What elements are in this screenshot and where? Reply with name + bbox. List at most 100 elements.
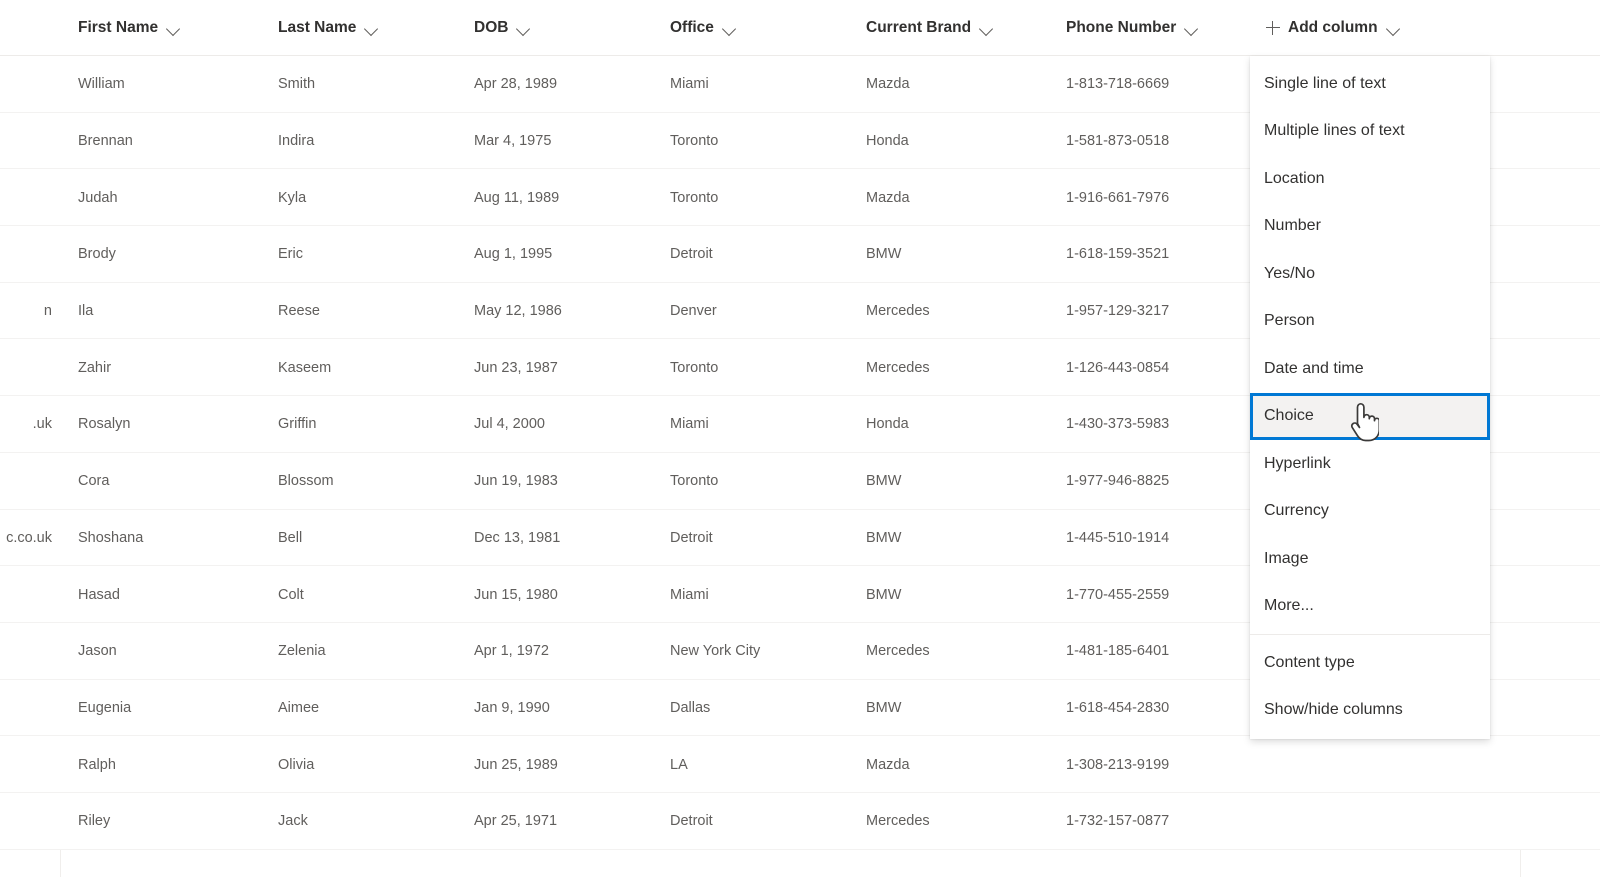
cell-last[interactable]: Indira xyxy=(278,113,474,170)
menu-item-yes-no[interactable]: Yes/No xyxy=(1250,250,1490,298)
column-header-brand[interactable]: Current Brand xyxy=(866,0,993,56)
cell-email[interactable]: .uk xyxy=(0,396,60,453)
menu-item-choice[interactable]: Choice xyxy=(1250,392,1490,440)
cell-dob[interactable]: Jun 25, 1989 xyxy=(474,736,670,793)
cell-last[interactable]: Blossom xyxy=(278,453,474,510)
cell-first[interactable]: Ila xyxy=(78,283,278,340)
cell-phone[interactable]: 1-770-455-2559 xyxy=(1066,566,1266,623)
cell-email[interactable] xyxy=(0,680,60,737)
column-header-last[interactable]: Last Name xyxy=(278,0,378,56)
menu-item-show-hide-columns[interactable]: Show/hide columns xyxy=(1250,686,1490,734)
cell-phone[interactable]: 1-618-159-3521 xyxy=(1066,226,1266,283)
cell-last[interactable]: Eric xyxy=(278,226,474,283)
cell-brand[interactable]: Mazda xyxy=(866,56,1066,113)
cell-office[interactable]: Toronto xyxy=(670,339,866,396)
cell-phone[interactable]: 1-308-213-9199 xyxy=(1066,736,1266,793)
chevron-down-icon[interactable] xyxy=(517,22,530,35)
cell-dob[interactable]: Aug 1, 1995 xyxy=(474,226,670,283)
cell-email[interactable]: c.co.uk xyxy=(0,510,60,567)
cell-first[interactable]: Ralph xyxy=(78,736,278,793)
table-row[interactable]: Riley Jack Apr 25, 1971 Detroit Mercedes 1-73… xyxy=(0,792,1600,850)
cell-first[interactable]: Zahir xyxy=(78,339,278,396)
menu-item-date-and-time[interactable]: Date and time xyxy=(1250,345,1490,393)
menu-item-currency[interactable]: Currency xyxy=(1250,487,1490,535)
cell-office[interactable]: Detroit xyxy=(670,793,866,850)
cell-email[interactable] xyxy=(0,793,60,850)
cell-first[interactable]: Brennan xyxy=(78,113,278,170)
cell-office[interactable]: Denver xyxy=(670,283,866,340)
cell-office[interactable]: Detroit xyxy=(670,510,866,567)
cell-office[interactable]: Toronto xyxy=(670,113,866,170)
chevron-down-icon[interactable] xyxy=(723,22,736,35)
cell-dob[interactable]: May 12, 1986 xyxy=(474,283,670,340)
cell-last[interactable]: Kyla xyxy=(278,169,474,226)
cell-phone[interactable]: 1-481-185-6401 xyxy=(1066,623,1266,680)
cell-first[interactable]: Jason xyxy=(78,623,278,680)
cell-phone[interactable]: 1-977-946-8825 xyxy=(1066,453,1266,510)
chevron-down-icon[interactable] xyxy=(1387,22,1400,35)
cell-email[interactable] xyxy=(0,56,60,113)
cell-dob[interactable]: Apr 25, 1971 xyxy=(474,793,670,850)
menu-item-single-line-of-text[interactable]: Single line of text xyxy=(1250,60,1490,108)
add-column-menu[interactable]: Single line of text Multiple lines of tex… xyxy=(1250,56,1490,739)
cell-first[interactable]: Eugenia xyxy=(78,680,278,737)
cell-phone[interactable]: 1-126-443-0854 xyxy=(1066,339,1266,396)
cell-email[interactable] xyxy=(0,226,60,283)
cell-brand[interactable]: Mazda xyxy=(866,736,1066,793)
cell-first[interactable]: Riley xyxy=(78,793,278,850)
cell-brand[interactable]: Mercedes xyxy=(866,793,1066,850)
cell-dob[interactable]: Dec 13, 1981 xyxy=(474,510,670,567)
cell-email[interactable] xyxy=(0,169,60,226)
cell-first[interactable]: Cora xyxy=(78,453,278,510)
cell-office[interactable]: LA xyxy=(670,736,866,793)
column-header-first[interactable]: First Name xyxy=(78,0,180,56)
menu-item-multiple-lines-of-text[interactable]: Multiple lines of text xyxy=(1250,107,1490,155)
cell-brand[interactable]: Mercedes xyxy=(866,339,1066,396)
cell-brand[interactable]: Mercedes xyxy=(866,623,1066,680)
cell-last[interactable]: Aimee xyxy=(278,680,474,737)
cell-phone[interactable]: 1-813-718-6669 xyxy=(1066,56,1266,113)
cell-office[interactable]: Miami xyxy=(670,56,866,113)
cell-office[interactable]: Toronto xyxy=(670,453,866,510)
menu-item-hyperlink[interactable]: Hyperlink xyxy=(1250,440,1490,488)
cell-phone[interactable]: 1-916-661-7976 xyxy=(1066,169,1266,226)
cell-phone[interactable]: 1-618-454-2830 xyxy=(1066,680,1266,737)
cell-phone[interactable]: 1-430-373-5983 xyxy=(1066,396,1266,453)
cell-dob[interactable]: Jul 4, 2000 xyxy=(474,396,670,453)
cell-last[interactable]: Griffin xyxy=(278,396,474,453)
cell-last[interactable]: Zelenia xyxy=(278,623,474,680)
cell-email[interactable] xyxy=(0,566,60,623)
cell-phone[interactable]: 1-445-510-1914 xyxy=(1066,510,1266,567)
chevron-down-icon[interactable] xyxy=(1185,22,1198,35)
menu-item-image[interactable]: Image xyxy=(1250,535,1490,583)
cell-dob[interactable]: Jun 23, 1987 xyxy=(474,339,670,396)
cell-office[interactable]: Miami xyxy=(670,396,866,453)
cell-brand[interactable]: BMW xyxy=(866,226,1066,283)
chevron-down-icon[interactable] xyxy=(167,22,180,35)
cell-first[interactable]: Judah xyxy=(78,169,278,226)
cell-first[interactable]: Shoshana xyxy=(78,510,278,567)
menu-item-person[interactable]: Person xyxy=(1250,297,1490,345)
cell-last[interactable]: Jack xyxy=(278,793,474,850)
cell-dob[interactable]: Jan 9, 1990 xyxy=(474,680,670,737)
cell-phone[interactable]: 1-732-157-0877 xyxy=(1066,793,1266,850)
cell-office[interactable]: Dallas xyxy=(670,680,866,737)
cell-brand[interactable]: BMW xyxy=(866,453,1066,510)
cell-brand[interactable]: Mercedes xyxy=(866,283,1066,340)
chevron-down-icon[interactable] xyxy=(365,22,378,35)
cell-phone[interactable]: 1-581-873-0518 xyxy=(1066,113,1266,170)
cell-dob[interactable]: Jun 15, 1980 xyxy=(474,566,670,623)
cell-last[interactable]: Smith xyxy=(278,56,474,113)
table-row[interactable]: Ralph Olivia Jun 25, 1989 LA Mazda 1-308-213-… xyxy=(0,736,1600,793)
cell-last[interactable]: Olivia xyxy=(278,736,474,793)
cell-last[interactable]: Bell xyxy=(278,510,474,567)
cell-email[interactable] xyxy=(0,623,60,680)
cell-office[interactable]: Miami xyxy=(670,566,866,623)
column-header-dob[interactable]: DOB xyxy=(474,0,530,56)
cell-brand[interactable]: BMW xyxy=(866,510,1066,567)
cell-dob[interactable]: Jun 19, 1983 xyxy=(474,453,670,510)
cell-dob[interactable]: Mar 4, 1975 xyxy=(474,113,670,170)
cell-email[interactable] xyxy=(0,736,60,793)
column-header-office[interactable]: Office xyxy=(670,0,736,56)
cell-first[interactable]: William xyxy=(78,56,278,113)
